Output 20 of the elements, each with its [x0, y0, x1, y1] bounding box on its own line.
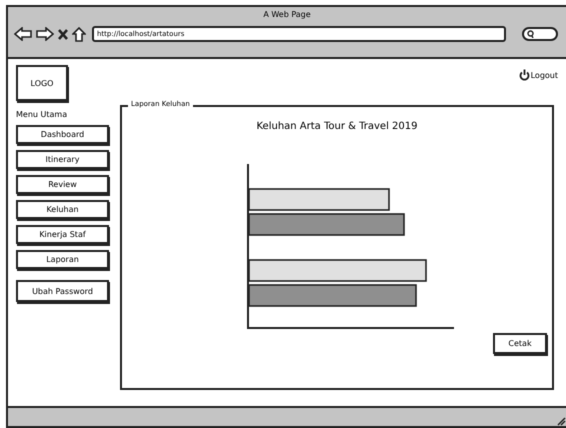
- resize-grip-icon[interactable]: [556, 416, 566, 426]
- power-icon: [518, 69, 530, 81]
- print-button[interactable]: Cetak: [493, 333, 547, 354]
- search-field[interactable]: [522, 27, 558, 41]
- menu-button[interactable]: Kinerja Staf: [16, 225, 109, 244]
- close-icon[interactable]: [58, 28, 68, 40]
- menu-title: Menu Utama: [16, 110, 68, 119]
- back-icon[interactable]: [14, 27, 32, 41]
- search-icon: [527, 30, 534, 38]
- menu-button[interactable]: Dashboard: [16, 125, 109, 144]
- menu-button[interactable]: Laporan: [16, 250, 109, 269]
- logout-button[interactable]: Logout: [518, 69, 558, 81]
- menu-button[interactable]: Itinerary: [16, 150, 109, 169]
- menu-button[interactable]: Review: [16, 175, 109, 194]
- logo-text: LOGO: [30, 78, 54, 88]
- chart-title: Keluhan Arta Tour & Travel 2019: [256, 121, 418, 132]
- menu-button[interactable]: Keluhan: [16, 200, 109, 219]
- window-title: A Web Page: [263, 10, 311, 19]
- forward-icon[interactable]: [36, 27, 54, 41]
- menu-button[interactable]: Ubah Password: [16, 280, 109, 302]
